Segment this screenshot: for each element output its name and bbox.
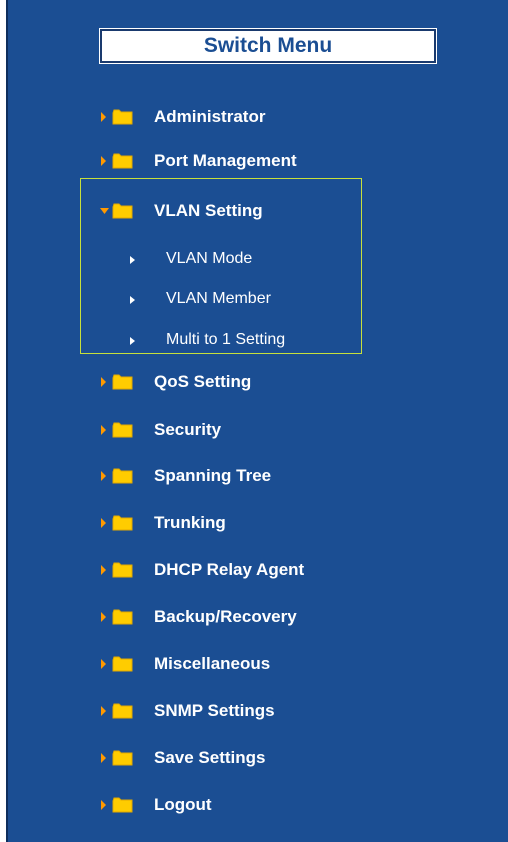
menu-item-save-settings[interactable]: Save Settings: [100, 745, 266, 771]
folder-icon: [112, 422, 134, 438]
arrow-right-icon: [100, 751, 108, 765]
triangle-bullet-icon: [128, 334, 138, 346]
arrow-right-icon: [100, 375, 108, 389]
menu-item-label: Administrator: [154, 107, 266, 126]
folder-icon: [112, 750, 134, 766]
arrow-right-icon: [100, 423, 108, 437]
menu-item-administrator[interactable]: Administrator: [100, 104, 265, 130]
triangle-bullet-icon: [128, 293, 138, 305]
menu-item-security[interactable]: Security: [100, 417, 221, 443]
menu-item-label: Backup/Recovery: [154, 607, 297, 626]
arrow-right-icon: [100, 110, 108, 124]
submenu-item-multi-to-1-setting[interactable]: Multi to 1 Setting: [128, 328, 285, 352]
menu-item-qos-setting[interactable]: QoS Setting: [100, 369, 251, 395]
menu-item-spanning-tree[interactable]: Spanning Tree: [100, 463, 271, 489]
arrow-right-icon: [100, 704, 108, 718]
folder-icon: [112, 374, 134, 390]
menu-title: Switch Menu: [99, 28, 437, 64]
arrow-right-icon: [100, 516, 108, 530]
menu-item-label: DHCP Relay Agent: [154, 560, 305, 579]
arrow-right-icon: [100, 563, 108, 577]
folder-icon: [112, 153, 134, 169]
menu-item-label: QoS Setting: [154, 372, 252, 391]
switch-menu-panel: Switch Menu Administrator Port Managemen…: [6, 0, 508, 842]
menu-item-logout[interactable]: Logout: [100, 792, 212, 818]
folder-icon: [112, 562, 134, 578]
menu-item-vlan-setting[interactable]: VLAN Setting: [100, 198, 263, 224]
menu-item-snmp-settings[interactable]: SNMP Settings: [100, 698, 275, 724]
submenu-item-label: Multi to 1 Setting: [166, 331, 286, 348]
folder-icon: [112, 609, 134, 625]
arrow-right-icon: [100, 798, 108, 812]
menu-item-label: Trunking: [154, 513, 226, 532]
submenu-item-label: VLAN Mode: [166, 250, 253, 267]
folder-icon: [112, 203, 134, 219]
arrow-right-icon: [100, 657, 108, 671]
folder-icon: [112, 515, 134, 531]
folder-icon: [112, 703, 134, 719]
menu-item-label: Miscellaneous: [154, 654, 271, 673]
menu-item-label: Logout: [154, 795, 212, 814]
folder-icon: [112, 656, 134, 672]
arrow-right-icon: [100, 469, 108, 483]
menu-item-label: Save Settings: [154, 748, 266, 767]
menu-item-backup-recovery[interactable]: Backup/Recovery: [100, 604, 297, 630]
menu-item-label: VLAN Setting: [154, 201, 263, 220]
arrow-right-icon: [100, 610, 108, 624]
submenu-item-label: VLAN Member: [166, 290, 271, 307]
submenu-item-vlan-mode[interactable]: VLAN Mode: [128, 247, 252, 271]
menu-item-label: Port Management: [154, 151, 297, 170]
menu-item-trunking[interactable]: Trunking: [100, 510, 226, 536]
menu-item-dhcp-relay-agent[interactable]: DHCP Relay Agent: [100, 557, 304, 583]
arrow-right-icon: [100, 154, 108, 168]
menu-item-label: Spanning Tree: [154, 466, 272, 485]
menu-item-miscellaneous[interactable]: Miscellaneous: [100, 651, 270, 677]
menu-item-label: SNMP Settings: [154, 701, 275, 720]
menu-item-port-management[interactable]: Port Management: [100, 148, 297, 174]
menu-item-label: Security: [154, 420, 222, 439]
folder-icon: [112, 109, 134, 125]
folder-icon: [112, 797, 134, 813]
folder-icon: [112, 468, 134, 484]
arrow-down-icon: [100, 204, 109, 218]
submenu-item-vlan-member[interactable]: VLAN Member: [128, 287, 271, 311]
triangle-bullet-icon: [128, 253, 138, 265]
